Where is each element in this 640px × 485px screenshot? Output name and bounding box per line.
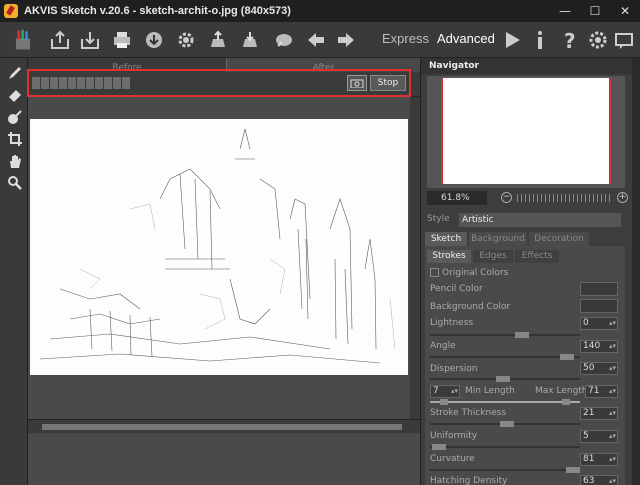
angle-slider[interactable] bbox=[430, 354, 580, 360]
left-toolbar bbox=[0, 58, 28, 485]
share-icon[interactable] bbox=[142, 28, 166, 52]
original-colors-label: Original Colors bbox=[442, 268, 509, 278]
feedback-icon[interactable] bbox=[612, 28, 636, 52]
image-canvas-area[interactable] bbox=[28, 97, 410, 419]
curvature-label: Curvature bbox=[430, 454, 475, 464]
hatching-density-field[interactable]: 63 ▴▾ bbox=[580, 475, 618, 485]
navigator-preview[interactable] bbox=[427, 76, 625, 188]
dispersion-label: Dispersion bbox=[430, 364, 478, 374]
pencil-tool-icon[interactable] bbox=[6, 64, 24, 82]
lightness-label: Lightness bbox=[430, 318, 474, 328]
redo-arrow-icon[interactable] bbox=[334, 28, 358, 52]
lightness-slider[interactable] bbox=[430, 332, 580, 338]
save-image-icon[interactable] bbox=[78, 28, 102, 52]
subtab-strokes[interactable]: Strokes bbox=[427, 250, 471, 263]
angle-label: Angle bbox=[430, 341, 456, 351]
sketch-image[interactable] bbox=[30, 119, 408, 375]
stroke-thickness-label: Stroke Thickness bbox=[430, 408, 507, 418]
minimize-button[interactable]: — bbox=[550, 0, 580, 22]
eraser-tool-icon[interactable] bbox=[6, 86, 24, 104]
hatching-density-label: Hatching Density bbox=[430, 476, 508, 485]
zoom-in-icon[interactable]: + bbox=[617, 192, 628, 203]
background-color-swatch[interactable] bbox=[580, 299, 618, 313]
subtab-edges[interactable]: Edges bbox=[473, 250, 513, 263]
navigator-header: Navigator bbox=[421, 58, 633, 74]
crop-tool-icon[interactable] bbox=[6, 130, 24, 148]
uniformity-field[interactable]: 5 ▴▾ bbox=[580, 430, 618, 443]
style-label: Style bbox=[427, 214, 450, 224]
min-length-field[interactable]: 7 ▴▾ bbox=[430, 385, 460, 398]
settings-gear-icon[interactable] bbox=[174, 28, 198, 52]
uniformity-label: Uniformity bbox=[430, 431, 478, 441]
style-row: Style Artistic bbox=[421, 212, 633, 228]
pencil-color-label: Pencil Color bbox=[430, 284, 483, 294]
stroke-thickness-slider[interactable] bbox=[430, 421, 580, 427]
save-preset-icon[interactable] bbox=[238, 28, 262, 52]
express-mode-button[interactable]: Express bbox=[382, 31, 429, 46]
advanced-mode-button[interactable]: Advanced bbox=[437, 31, 495, 46]
uniformity-slider[interactable] bbox=[430, 444, 580, 450]
tab-background[interactable]: Background bbox=[469, 232, 527, 246]
settings-tabs: Sketch Background Decoration bbox=[425, 232, 625, 246]
stroke-thickness-field[interactable]: 21 ▴▾ bbox=[580, 407, 618, 420]
preferences-gear-icon[interactable] bbox=[586, 28, 610, 52]
info-icon[interactable] bbox=[528, 28, 552, 52]
load-preset-icon[interactable] bbox=[206, 28, 230, 52]
length-range-slider[interactable] bbox=[430, 399, 580, 405]
curvature-field[interactable]: 81 ▴▾ bbox=[580, 453, 618, 466]
history-brush-icon[interactable] bbox=[6, 108, 24, 126]
dispersion-slider[interactable] bbox=[430, 376, 580, 382]
background-color-label: Background Color bbox=[430, 302, 511, 312]
angle-field[interactable]: 140 ▴▾ bbox=[580, 340, 618, 353]
run-play-icon[interactable] bbox=[500, 28, 524, 52]
hand-tool-icon[interactable] bbox=[6, 152, 24, 170]
toolbar: Express Advanced ? bbox=[0, 22, 640, 58]
zoom-slider[interactable] bbox=[517, 194, 611, 202]
max-length-field[interactable]: 71 ▴▾ bbox=[585, 385, 618, 398]
title-bar: AKVIS Sketch v.20.6 - sketch-archit-o.jp… bbox=[0, 0, 640, 22]
brushes-icon bbox=[10, 25, 36, 55]
annotation-highlight-box bbox=[27, 69, 411, 97]
lightness-field[interactable]: 0 ▴▾ bbox=[580, 317, 618, 330]
svg-text:?: ? bbox=[564, 29, 576, 51]
desktop-edge bbox=[632, 58, 640, 485]
horizontal-scrollbar[interactable] bbox=[28, 419, 420, 433]
zoom-select[interactable]: 61.8% bbox=[427, 191, 487, 205]
right-panel: Navigator 61.8% − + Style Artistic Sketc… bbox=[420, 58, 633, 485]
vertical-scrollbar[interactable] bbox=[410, 97, 420, 419]
close-button[interactable]: ✕ bbox=[610, 0, 640, 22]
tab-sketch[interactable]: Sketch bbox=[425, 232, 467, 246]
subtabs: Strokes Edges Effects bbox=[427, 250, 623, 263]
zoom-row: 61.8% − + bbox=[421, 190, 633, 206]
horizontal-scroll-thumb[interactable] bbox=[42, 424, 402, 430]
open-image-icon[interactable] bbox=[48, 28, 72, 52]
canvas-bottom-area bbox=[28, 433, 420, 485]
help-icon[interactable]: ? bbox=[558, 28, 582, 52]
print-icon[interactable] bbox=[110, 28, 134, 52]
navigator-image[interactable] bbox=[441, 78, 611, 184]
settings-panel: Strokes Edges Effects Original Colors Pe… bbox=[425, 246, 625, 485]
app-icon bbox=[4, 4, 18, 18]
max-length-label: Max Length bbox=[535, 386, 588, 396]
min-length-label: Min Length bbox=[465, 386, 515, 396]
dispersion-field[interactable]: 50 ▴▾ bbox=[580, 362, 618, 375]
zoom-out-icon[interactable]: − bbox=[501, 192, 512, 203]
window-title: AKVIS Sketch v.20.6 - sketch-archit-o.jp… bbox=[24, 5, 291, 17]
tab-decoration[interactable]: Decoration bbox=[529, 232, 589, 246]
maximize-button[interactable]: ☐ bbox=[580, 0, 610, 22]
sketch-drawing bbox=[39, 128, 396, 364]
pencil-color-swatch[interactable] bbox=[580, 282, 618, 296]
batch-process-icon[interactable] bbox=[272, 28, 296, 52]
undo-arrow-icon[interactable] bbox=[304, 28, 328, 52]
subtab-effects[interactable]: Effects bbox=[515, 250, 559, 263]
zoom-tool-icon[interactable] bbox=[6, 174, 24, 192]
original-colors-checkbox[interactable] bbox=[430, 268, 439, 277]
style-select[interactable]: Artistic bbox=[459, 213, 621, 227]
curvature-slider[interactable] bbox=[430, 467, 580, 473]
